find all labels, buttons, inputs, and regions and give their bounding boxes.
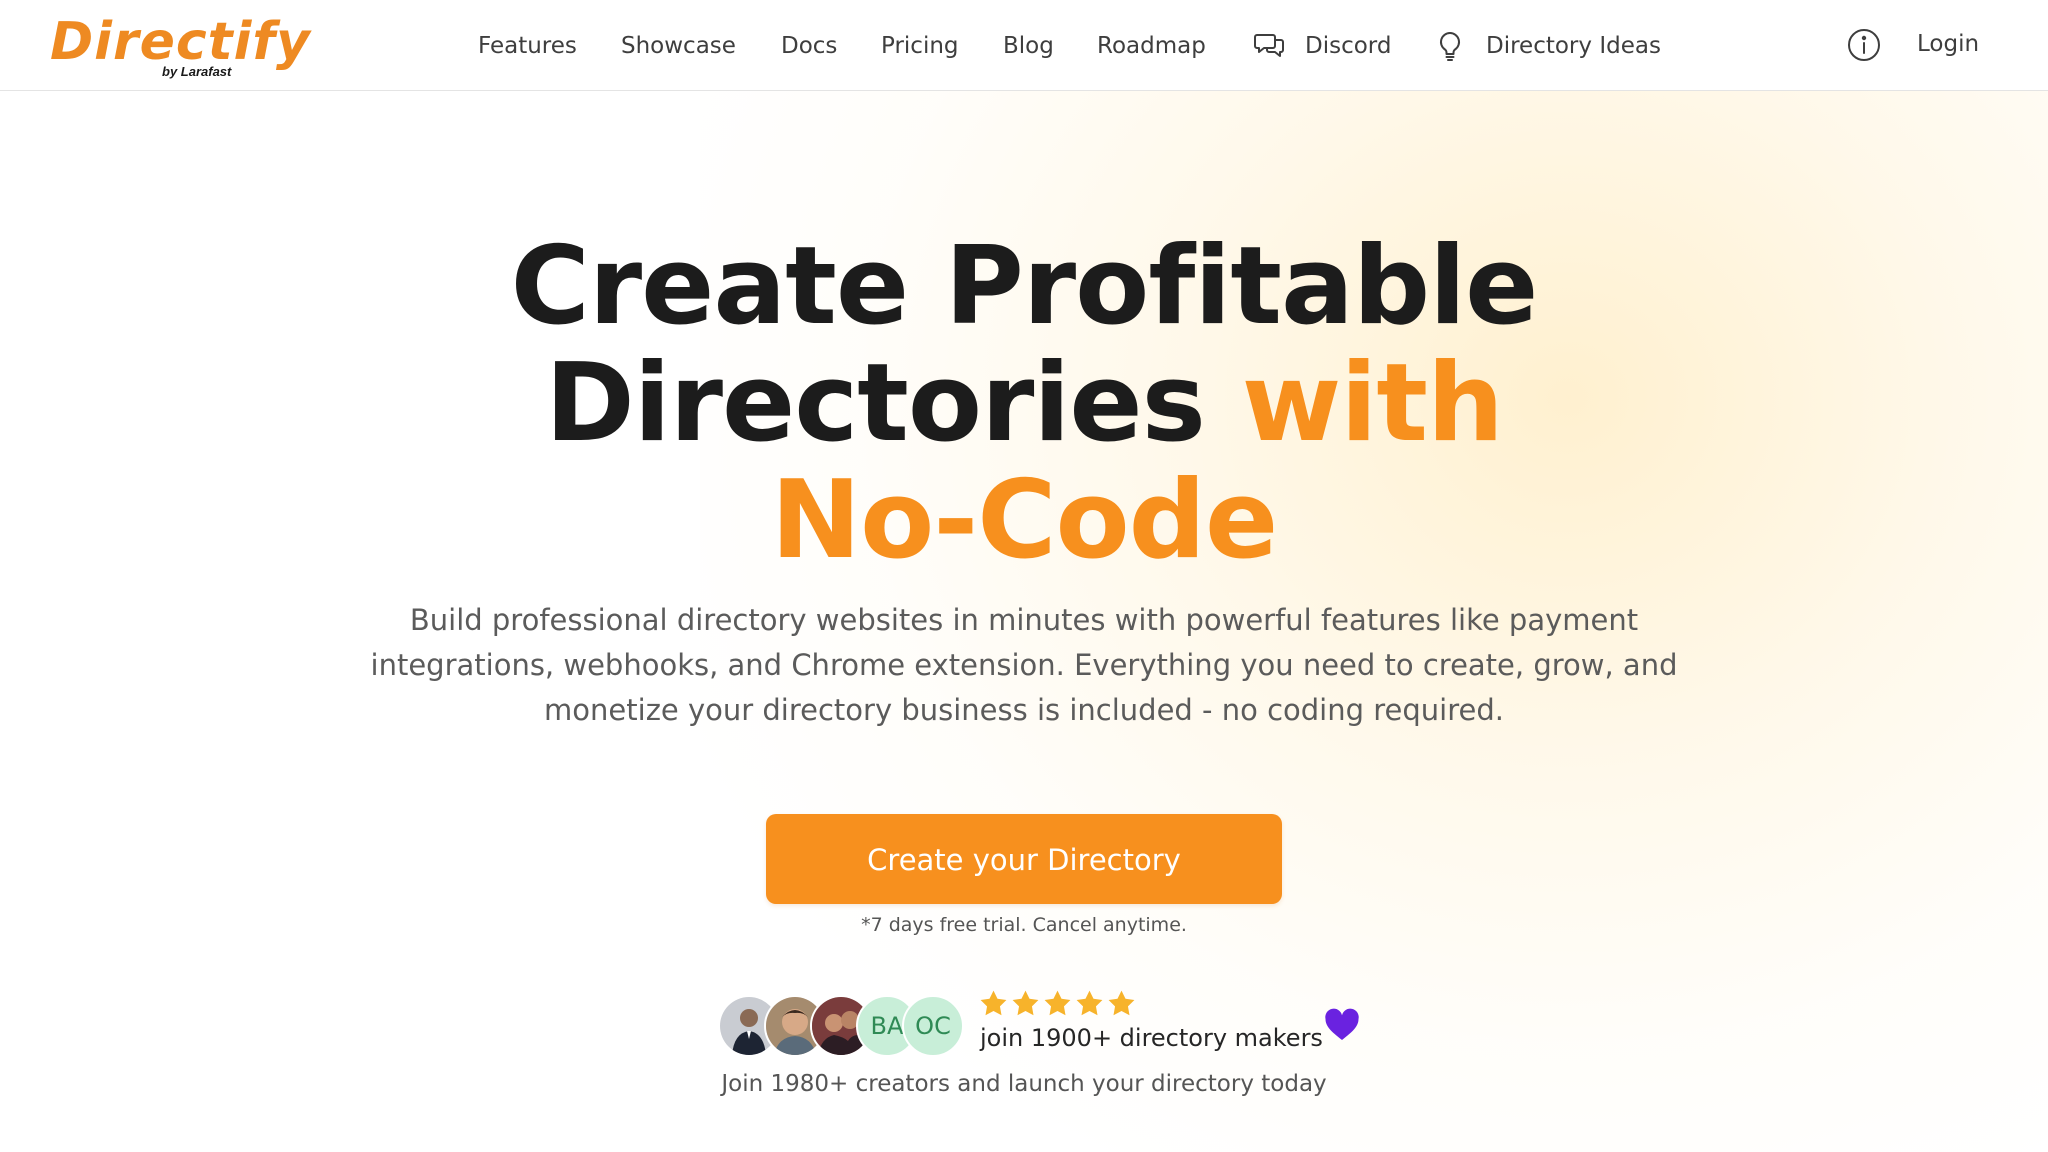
star-icon (1106, 988, 1137, 1019)
create-directory-button[interactable]: Create your Directory (766, 814, 1282, 904)
star-icon (1010, 988, 1041, 1019)
headline-line-1: Create Profitable (510, 224, 1539, 349)
top-navbar: Directify by Larafast Features Showcase … (0, 0, 2048, 91)
avatar-initials: OC (902, 995, 964, 1057)
info-icon[interactable] (1847, 28, 1881, 62)
hero-description: Build professional directory websites in… (370, 603, 1678, 727)
hero-headline: Create Profitable Directories with No-Co… (0, 228, 2048, 579)
user-avatars: BA OC (718, 995, 978, 1057)
headline-line-3: No-Code (770, 458, 1278, 583)
join-creators-text: Join 1980+ creators and launch your dire… (721, 1071, 1327, 1097)
headline-with: with (1241, 341, 1504, 466)
nav-link-blog[interactable]: Blog (1003, 28, 1054, 64)
star-icon (978, 988, 1009, 1019)
star-icon (1074, 988, 1105, 1019)
login-link[interactable]: Login (1917, 26, 1979, 62)
chat-bubbles-icon (1254, 31, 1286, 61)
trial-note: *7 days free trial. Cancel anytime. (861, 914, 1187, 936)
logo[interactable]: Directify by Larafast (50, 12, 310, 82)
nav-link-features[interactable]: Features (478, 28, 577, 64)
headline-line-2: Directories with (0, 345, 2048, 462)
nav-link-directory-ideas[interactable]: Directory Ideas (1486, 28, 1661, 64)
landing-page: Directify by Larafast Features Showcase … (0, 0, 2048, 1152)
star-icon (1042, 988, 1073, 1019)
nav-link-pricing[interactable]: Pricing (881, 28, 959, 64)
lightbulb-icon (1437, 30, 1463, 62)
headline-directories: Directories (545, 341, 1206, 466)
logo-wordmark: Directify (50, 12, 311, 72)
heart-icon (1324, 1008, 1360, 1042)
makers-count-text: join 1900+ directory makers (980, 1024, 1323, 1052)
rating-stars (978, 988, 1138, 1022)
nav-link-showcase[interactable]: Showcase (621, 28, 736, 64)
nav-link-roadmap[interactable]: Roadmap (1097, 28, 1206, 64)
nav-link-discord[interactable]: Discord (1305, 28, 1391, 64)
logo-tagline: by Larafast (162, 64, 232, 79)
nav-link-docs[interactable]: Docs (781, 28, 837, 64)
